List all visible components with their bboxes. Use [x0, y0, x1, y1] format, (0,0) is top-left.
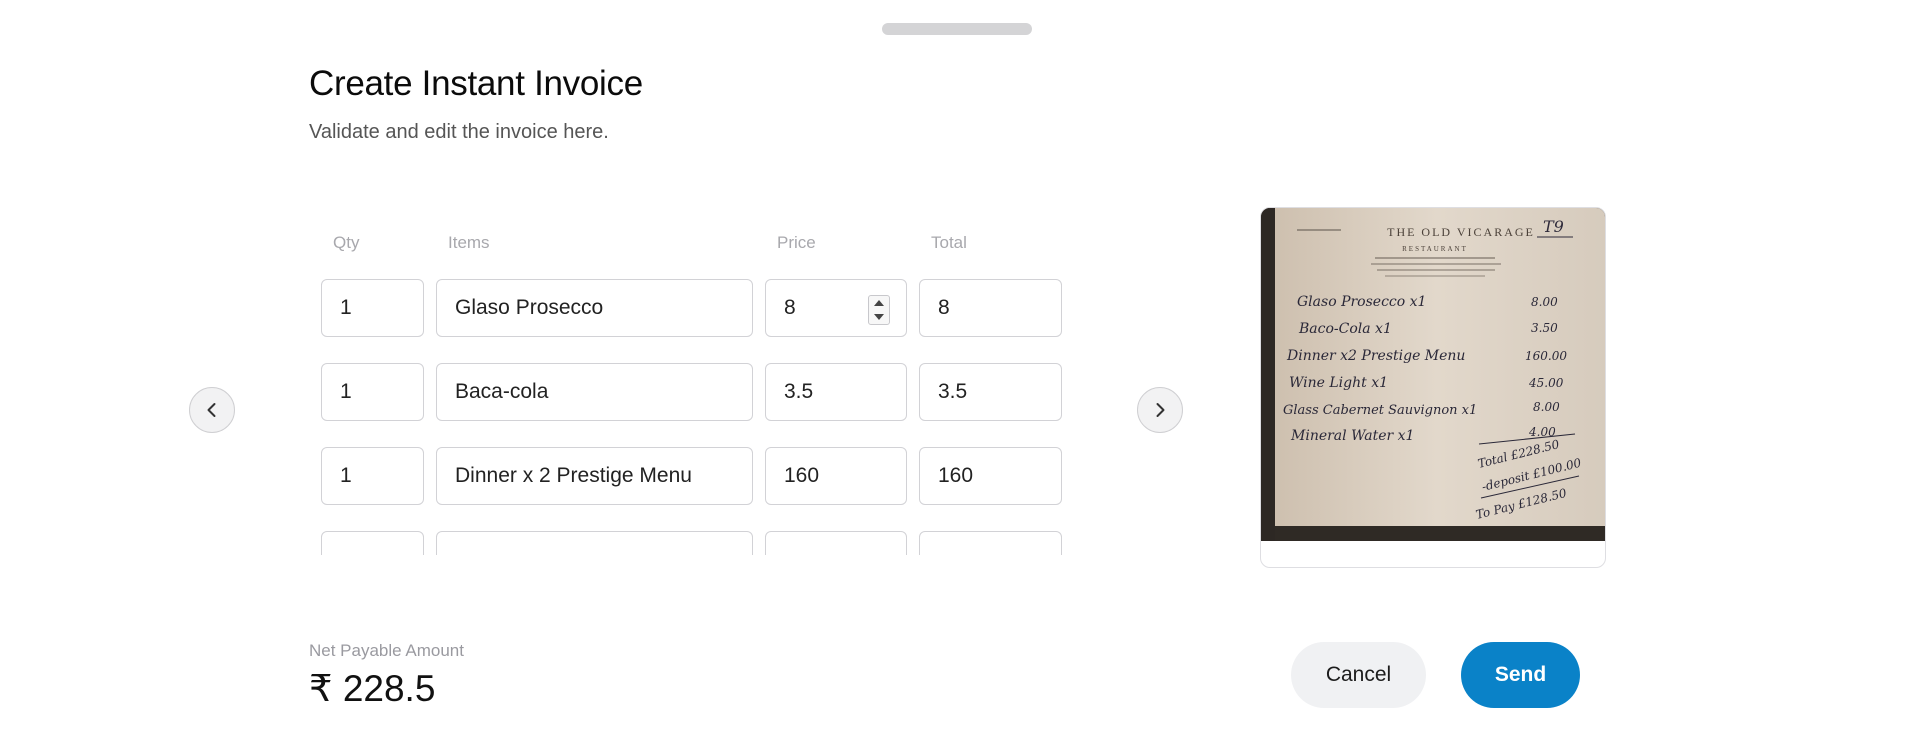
receipt-subheader-text: RESTAURANT [1402, 245, 1468, 253]
stepper-up-icon[interactable] [874, 300, 884, 306]
item-input[interactable]: Dinner x 2 Prestige Menu [436, 447, 753, 505]
item-input[interactable]: Glaso Prosecco [436, 279, 753, 337]
receipt-line-amount: 160.00 [1525, 349, 1567, 363]
price-input[interactable] [765, 531, 907, 555]
column-header-items: Items [448, 233, 490, 252]
receipt-line-item: Mineral Water x1 [1290, 428, 1414, 444]
column-header-total: Total [931, 233, 967, 252]
total-input[interactable]: 160 [919, 447, 1062, 505]
receipt-preview-card[interactable]: THE OLD VICARAGE RESTAURANT T9 Glaso Pro… [1260, 207, 1606, 568]
chevron-right-icon [1156, 403, 1165, 417]
receipt-line-item: Wine Light x1 [1289, 375, 1388, 391]
receipt-table-number: T9 [1543, 217, 1564, 236]
receipt-line-item: Dinner x2 Prestige Menu [1286, 348, 1465, 364]
qty-input[interactable]: 1 [321, 447, 424, 505]
table-row [318, 531, 1068, 555]
item-input[interactable]: Baca-cola [436, 363, 753, 421]
drag-handle[interactable] [882, 23, 1032, 35]
total-input[interactable]: 3.5 [919, 363, 1062, 421]
receipt-line-item: Glass Cabernet Sauvignon x1 [1283, 403, 1477, 418]
table-row: 1 Glaso Prosecco 8 8 [318, 279, 1068, 337]
stepper-down-icon[interactable] [874, 314, 884, 320]
net-payable-label: Net Payable Amount [309, 641, 464, 660]
receipt-line-amount: 45.00 [1528, 376, 1564, 390]
qty-input[interactable]: 1 [321, 279, 424, 337]
total-input[interactable] [919, 531, 1062, 555]
number-stepper[interactable] [868, 295, 890, 325]
chevron-left-icon [207, 403, 216, 417]
net-payable-amount: ₹ 228.5 [309, 668, 436, 709]
qty-input[interactable] [321, 531, 424, 555]
receipt-header-text: THE OLD VICARAGE [1387, 225, 1535, 239]
price-value: 8 [784, 296, 796, 319]
receipt-line-amount: 8.00 [1531, 295, 1558, 309]
receipt-line-amount: 8.00 [1533, 400, 1560, 414]
page-subtitle: Validate and edit the invoice here. [309, 121, 609, 143]
receipt-line-item: Baco-Cola x1 [1298, 321, 1392, 337]
cancel-button[interactable]: Cancel [1291, 642, 1426, 708]
previous-button[interactable] [189, 387, 235, 433]
receipt-image: THE OLD VICARAGE RESTAURANT T9 Glaso Pro… [1261, 208, 1605, 541]
next-button[interactable] [1137, 387, 1183, 433]
price-input[interactable]: 8 [765, 279, 907, 337]
total-input[interactable]: 8 [919, 279, 1062, 337]
column-header-qty: Qty [333, 233, 360, 252]
receipt-line-item: Glaso Prosecco x1 [1297, 294, 1426, 310]
send-button[interactable]: Send [1461, 642, 1580, 708]
price-input[interactable]: 160 [765, 447, 907, 505]
receipt-line-amount: 3.50 [1531, 321, 1558, 335]
price-input[interactable]: 3.5 [765, 363, 907, 421]
qty-input[interactable]: 1 [321, 363, 424, 421]
column-header-price: Price [777, 233, 816, 252]
table-row: 1 Dinner x 2 Prestige Menu 160 160 [318, 447, 1068, 505]
table-row: 1 Baca-cola 3.5 3.5 [318, 363, 1068, 421]
page-title: Create Instant Invoice [309, 64, 643, 103]
invoice-items-table[interactable]: 1 Glaso Prosecco 8 8 1 Baca-cola 3.5 3.5… [318, 272, 1068, 555]
item-input[interactable] [436, 531, 753, 555]
